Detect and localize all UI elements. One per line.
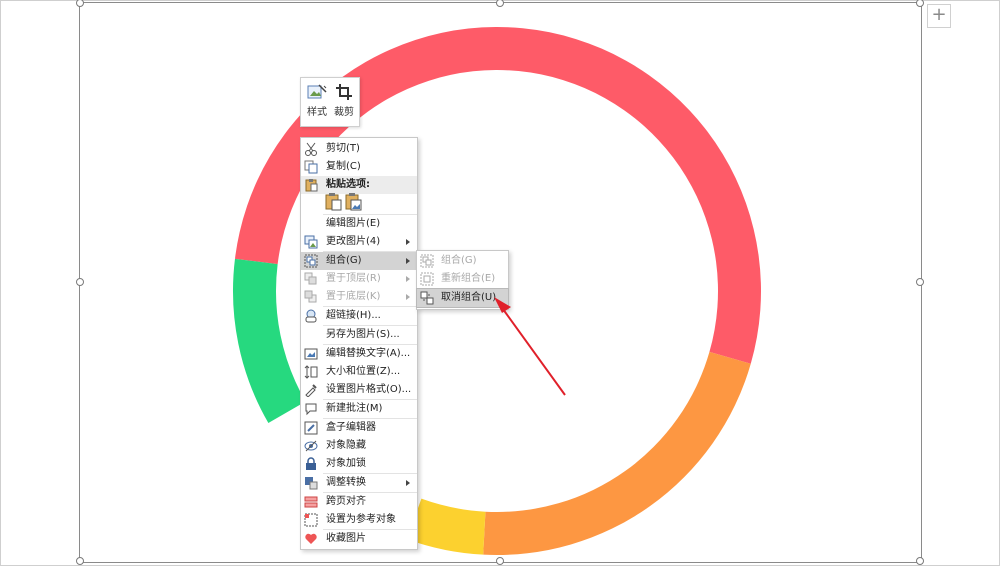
annotation-arrow <box>494 297 566 396</box>
